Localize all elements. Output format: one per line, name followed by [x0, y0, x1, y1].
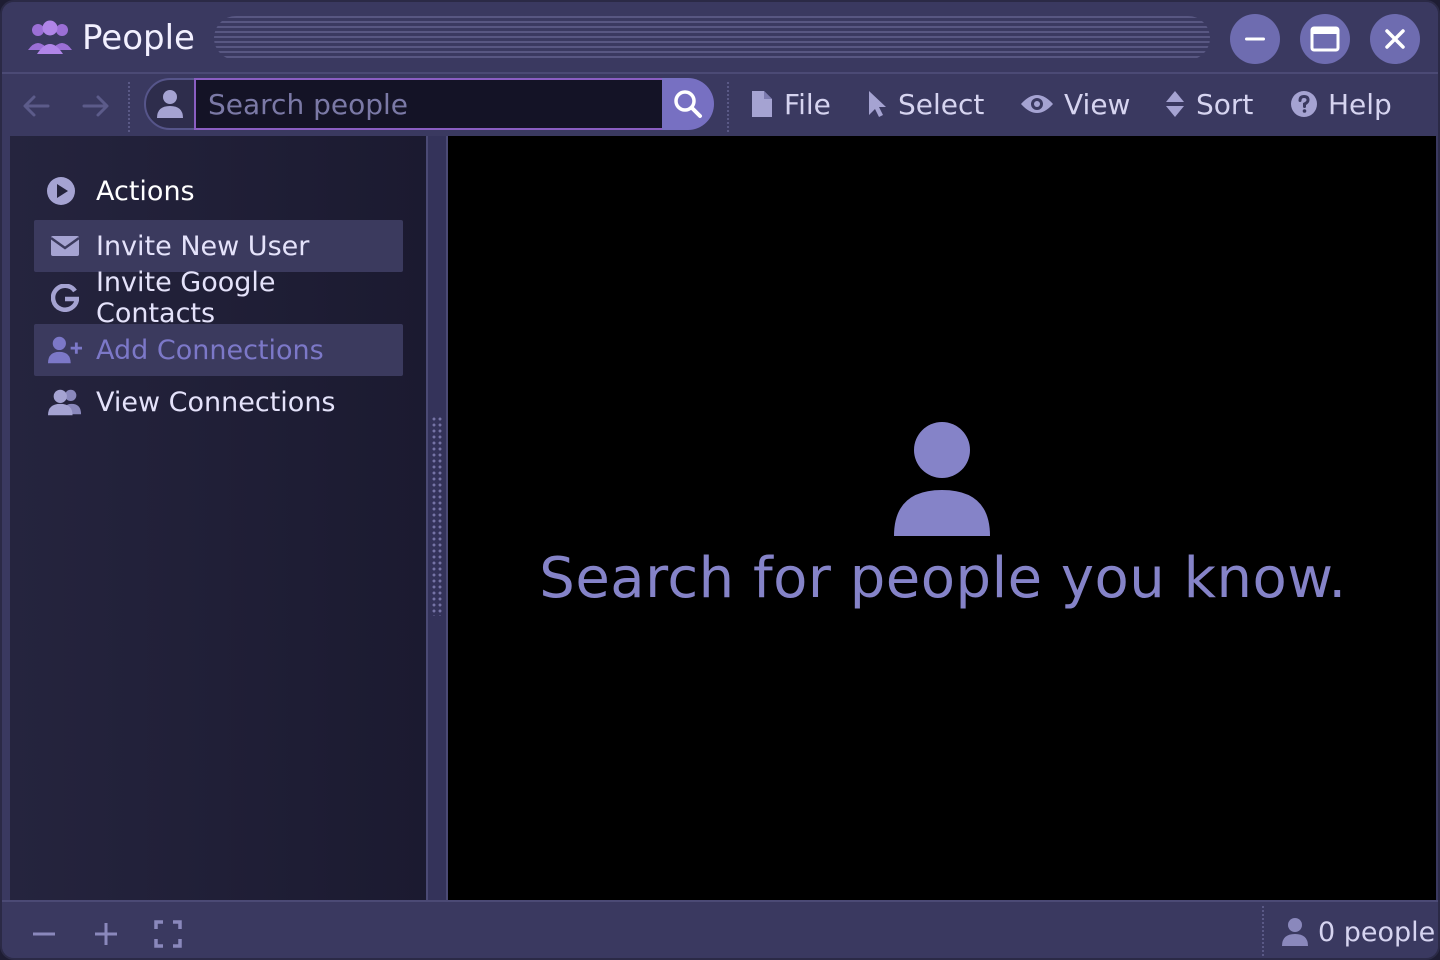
minimize-icon [1245, 37, 1265, 41]
people-count: 0 people [1282, 914, 1435, 950]
forward-button[interactable] [78, 88, 114, 124]
actions-section-title: Actions [96, 175, 195, 207]
eye-icon [1021, 95, 1053, 113]
menu-sort-label: Sort [1196, 87, 1254, 121]
people-window: People Search people File Select View So… [0, 0, 1440, 960]
menu-file-label: File [784, 87, 831, 121]
sidebar-item-view-connections[interactable]: View Connections [34, 376, 403, 428]
user-icon [157, 90, 183, 118]
menu-sort[interactable]: Sort [1164, 84, 1253, 124]
empty-state-message: Search for people you know. [539, 546, 1347, 611]
fullscreen-icon [154, 920, 182, 948]
menu-select[interactable]: Select [866, 84, 984, 124]
close-button[interactable] [1370, 14, 1420, 64]
plus-icon [95, 923, 117, 945]
file-icon [752, 91, 772, 117]
pointer-icon [869, 91, 886, 117]
minimize-button[interactable] [1230, 14, 1280, 64]
users-icon [48, 387, 82, 417]
sidebar-item-label: Add Connections [96, 334, 324, 366]
google-icon [48, 283, 82, 313]
menu-file[interactable]: File [750, 84, 831, 124]
menu-view-label: View [1064, 87, 1131, 121]
minus-icon [33, 932, 55, 936]
user-icon [1282, 918, 1308, 946]
sidebar-item-label: View Connections [96, 386, 336, 418]
zoom-out-button[interactable] [26, 916, 62, 952]
title-bar[interactable]: People [2, 2, 1438, 74]
arrow-left-icon [23, 95, 50, 117]
arrow-right-icon [82, 95, 109, 117]
titlebar-drag-grip[interactable] [214, 16, 1210, 60]
envelope-icon [48, 231, 82, 261]
maximize-button[interactable] [1300, 14, 1350, 64]
search-input[interactable] [194, 78, 664, 130]
sidebar-item-label: Invite Google Contacts [95, 267, 276, 329]
search-icon [674, 90, 702, 118]
window-title: People [82, 18, 195, 58]
close-icon [1385, 29, 1405, 49]
people-count-label: 0 people [1318, 916, 1436, 948]
search-button[interactable] [662, 78, 714, 130]
statusbar-separator [1262, 906, 1264, 958]
actions-sidebar: Actions Invite New User Invite Google Co… [10, 136, 428, 900]
sort-icon [1166, 91, 1184, 117]
back-button[interactable] [18, 88, 54, 124]
menu-view[interactable]: View [1020, 84, 1130, 124]
menu-help[interactable]: Help [1290, 84, 1392, 124]
pane-splitter[interactable] [428, 136, 446, 900]
person-placeholder-icon [894, 422, 990, 536]
menu-select-label: Select [898, 87, 985, 121]
toolbar-separator [128, 82, 130, 132]
results-pane: Search for people you know. [446, 136, 1436, 900]
people-app-icon [28, 20, 72, 54]
toolbar-separator [727, 82, 729, 132]
sidebar-item-add-connections[interactable]: Add Connections [34, 324, 403, 376]
fullscreen-button[interactable] [150, 916, 186, 952]
sidebar-item-invite-new-user[interactable]: Invite New User [34, 220, 403, 272]
status-bar: 0 people [2, 900, 1438, 958]
help-icon [1291, 91, 1317, 117]
splitter-grip[interactable] [431, 416, 443, 616]
play-circle-icon [47, 177, 75, 205]
sidebar-item-invite-google-contacts[interactable]: Invite Google Contacts [34, 267, 403, 329]
zoom-in-button[interactable] [88, 916, 124, 952]
user-plus-icon [48, 335, 82, 365]
maximize-icon [1310, 26, 1340, 52]
sidebar-item-label: Invite New User [96, 230, 310, 262]
actions-section-header[interactable]: Actions [46, 175, 195, 207]
menu-help-label: Help [1328, 87, 1392, 121]
search-scope-avatar[interactable] [144, 78, 198, 130]
